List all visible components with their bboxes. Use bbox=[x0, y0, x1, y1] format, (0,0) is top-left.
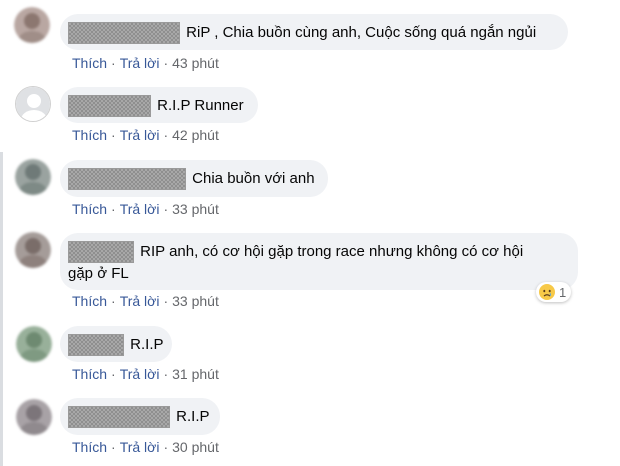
avatar[interactable] bbox=[16, 399, 52, 435]
sad-face-icon bbox=[539, 284, 555, 300]
separator: · bbox=[111, 55, 116, 71]
comment-text: R.I.P bbox=[130, 336, 164, 353]
separator: · bbox=[163, 439, 169, 455]
timestamp[interactable]: 30 phút bbox=[172, 439, 219, 455]
separator: · bbox=[163, 366, 169, 382]
separator: · bbox=[163, 201, 169, 217]
timestamp[interactable]: 42 phút bbox=[172, 127, 219, 143]
comment-bubble: RIP anh, có cơ hội gặp trong race nhưng … bbox=[60, 233, 578, 290]
timestamp[interactable]: 33 phút bbox=[172, 293, 219, 309]
comment-line: gặp ở FL bbox=[68, 264, 578, 284]
separator: · bbox=[111, 201, 116, 217]
comment-line: RIP anh, có cơ hội gặp trong race nhưng … bbox=[68, 241, 578, 263]
comment-bubble: R.I.P bbox=[60, 326, 172, 362]
comment-bubble: Chia buồn với anh bbox=[60, 160, 328, 197]
comment-bubble: R.I.P bbox=[60, 398, 220, 435]
separator: · bbox=[163, 293, 169, 309]
timestamp[interactable]: 31 phút bbox=[172, 366, 219, 382]
avatar[interactable] bbox=[15, 86, 51, 122]
separator: · bbox=[163, 55, 169, 71]
redacted-name[interactable] bbox=[68, 95, 151, 117]
reaction-badge[interactable]: 1 bbox=[536, 282, 572, 302]
separator: · bbox=[111, 366, 116, 382]
comment-text: R.I.P bbox=[176, 408, 210, 425]
redacted-name[interactable] bbox=[68, 22, 180, 44]
reply-link[interactable]: Trả lời bbox=[120, 439, 160, 455]
avatar[interactable] bbox=[15, 159, 51, 195]
redacted-name[interactable] bbox=[68, 241, 134, 263]
like-link[interactable]: Thích bbox=[72, 55, 107, 71]
comment-text: RIP anh, có cơ hội gặp trong race nhưng … bbox=[140, 243, 524, 260]
comment-bubble: R.I.P Runner bbox=[60, 87, 258, 123]
like-link[interactable]: Thích bbox=[72, 127, 107, 143]
like-link[interactable]: Thích bbox=[72, 366, 107, 382]
reply-link[interactable]: Trả lời bbox=[120, 366, 160, 382]
reaction-count: 1 bbox=[559, 284, 567, 300]
comment-text: R.I.P Runner bbox=[157, 97, 244, 114]
comment-actions: Thích · Trả lời · 33 phút bbox=[72, 293, 219, 309]
comment-actions: Thích · Trả lời · 42 phút bbox=[72, 127, 219, 143]
separator: · bbox=[163, 127, 169, 143]
comment-actions: Thích · Trả lời · 43 phút bbox=[72, 55, 219, 71]
reply-link[interactable]: Trả lời bbox=[120, 201, 160, 217]
separator: · bbox=[111, 293, 116, 309]
avatar[interactable] bbox=[16, 326, 52, 362]
comment-actions: Thích · Trả lời · 30 phút bbox=[72, 439, 219, 455]
comment-bubble: RiP , Chia buồn cùng anh, Cuộc sống quá … bbox=[60, 14, 568, 50]
comment-text: RiP , Chia buồn cùng anh, Cuộc sống quá … bbox=[186, 24, 537, 41]
timestamp[interactable]: 43 phút bbox=[172, 55, 219, 71]
redacted-name[interactable] bbox=[68, 168, 186, 190]
timestamp[interactable]: 33 phút bbox=[172, 201, 219, 217]
redacted-name[interactable] bbox=[68, 334, 124, 356]
like-link[interactable]: Thích bbox=[72, 201, 107, 217]
like-link[interactable]: Thích bbox=[72, 439, 107, 455]
like-link[interactable]: Thích bbox=[72, 293, 107, 309]
comment-text: gặp ở FL bbox=[68, 265, 129, 283]
default-avatar-icon bbox=[16, 87, 50, 121]
comment-actions: Thích · Trả lời · 33 phút bbox=[72, 201, 219, 217]
separator: · bbox=[111, 439, 116, 455]
comment-actions: Thích · Trả lời · 31 phút bbox=[72, 366, 219, 382]
thread-line bbox=[0, 152, 3, 466]
avatar[interactable] bbox=[15, 232, 51, 268]
separator: · bbox=[111, 127, 116, 143]
avatar[interactable] bbox=[14, 7, 50, 43]
reply-link[interactable]: Trả lời bbox=[120, 293, 160, 309]
redacted-name[interactable] bbox=[68, 406, 170, 428]
reply-link[interactable]: Trả lời bbox=[120, 127, 160, 143]
reply-link[interactable]: Trả lời bbox=[120, 55, 160, 71]
comment-text: Chia buồn với anh bbox=[192, 170, 315, 187]
